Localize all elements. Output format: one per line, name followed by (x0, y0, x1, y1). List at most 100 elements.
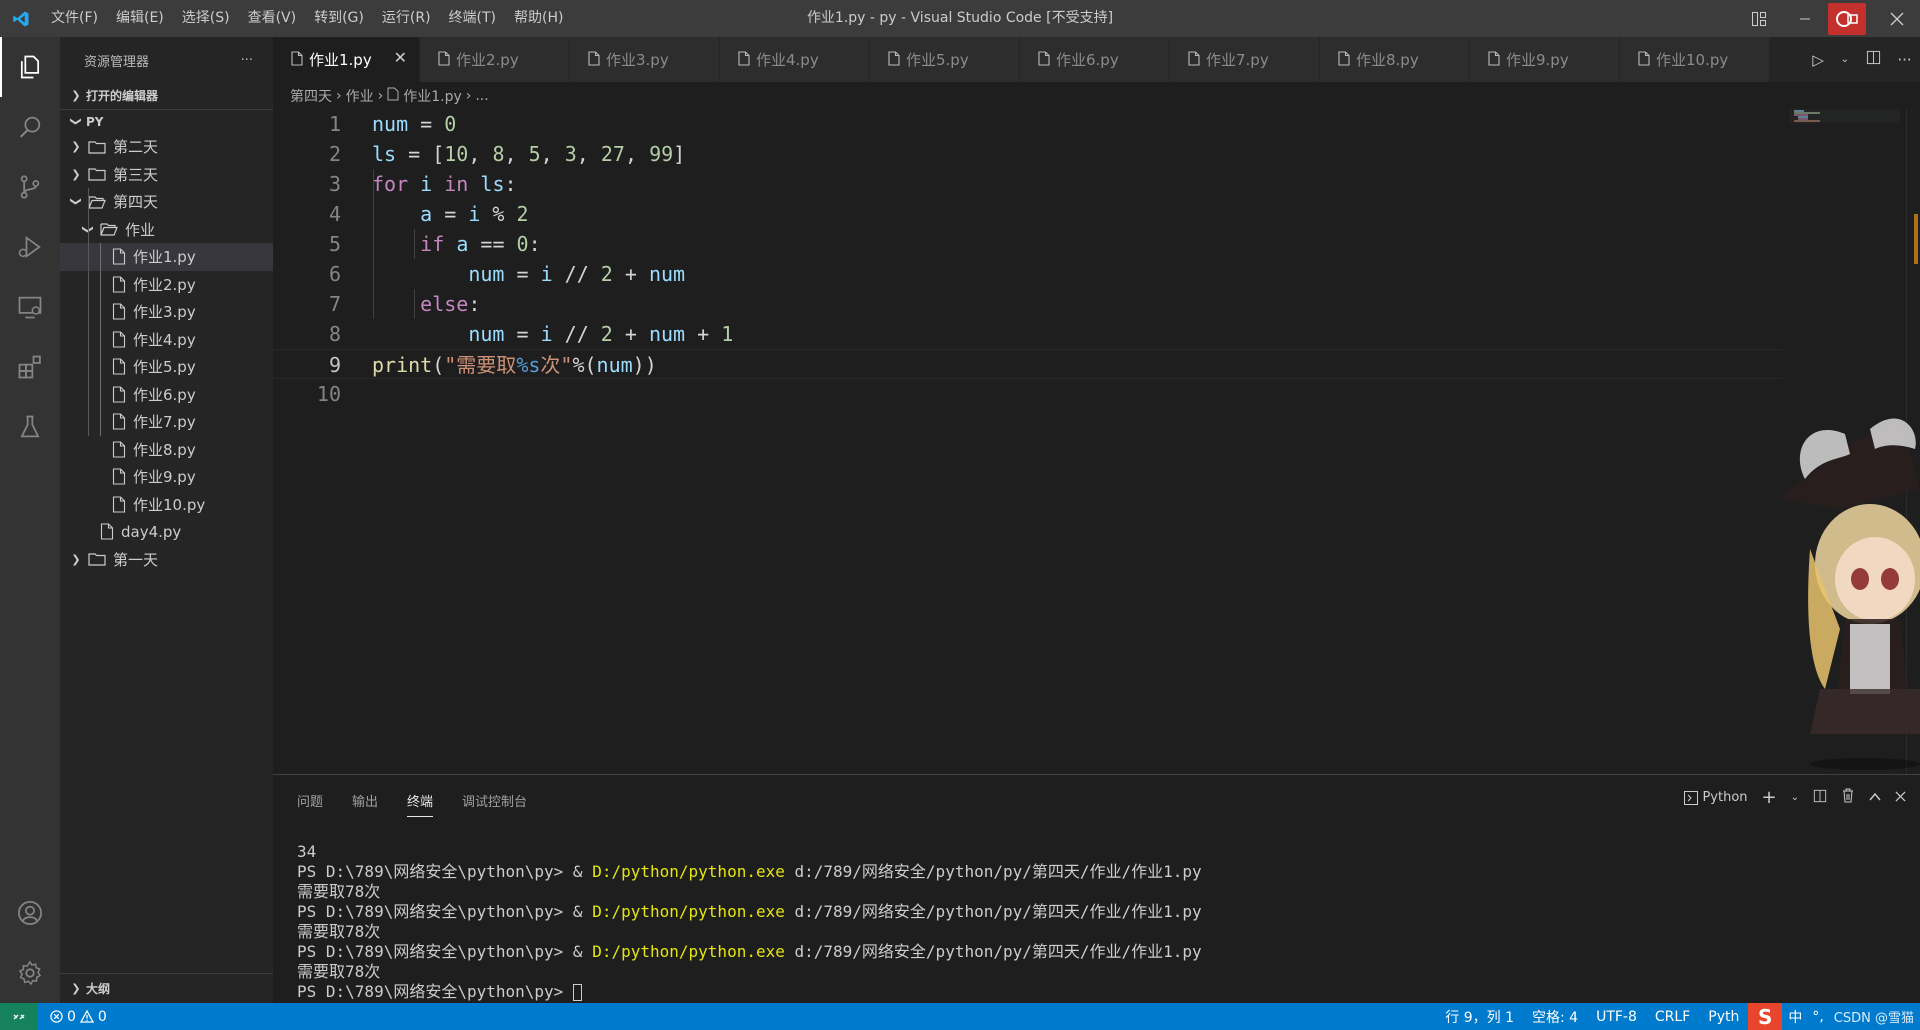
terminal-prompt: PS D:\789\网络安全\python\py> (297, 982, 573, 1001)
ime-mode[interactable]: 中 (1782, 1007, 1808, 1027)
terminal-output[interactable]: 34 PS D:\789\网络安全\python\py> & D:/python… (297, 842, 1202, 1002)
more-actions-button[interactable]: ··· (241, 53, 253, 68)
tab-file[interactable]: 作业6.py (1020, 37, 1170, 82)
tab-file[interactable]: 作业8.py (1320, 37, 1470, 82)
more-icon[interactable]: ··· (1897, 51, 1911, 69)
breadcrumb-folder-2[interactable]: 作业 (346, 86, 374, 106)
shell-label: Python (1702, 790, 1748, 805)
tree-file[interactable]: 作业9.py (60, 463, 273, 491)
settings-gear-icon[interactable] (0, 943, 60, 1003)
tree-file[interactable]: 作业10.py (60, 491, 273, 519)
menu-edit[interactable]: 编辑(E) (107, 0, 173, 37)
trash-icon[interactable] (1841, 788, 1855, 807)
outline-section[interactable]: ❯ 大纲 (60, 973, 273, 1003)
run-debug-icon[interactable] (0, 217, 60, 277)
chevron-down-icon[interactable]: ⌄ (1841, 54, 1849, 65)
minimize-button[interactable] (1782, 0, 1828, 37)
terminal-shell-selector[interactable]: Python (1684, 790, 1748, 805)
cursor-position[interactable]: 行 9，列 1 (1436, 1007, 1523, 1027)
breadcrumb-symbol[interactable]: ... (475, 88, 488, 104)
tab-file[interactable]: 作业3.py (570, 37, 720, 82)
chevron-right-icon: ❯ (71, 552, 81, 566)
tab-problems[interactable]: 问题 (297, 786, 323, 815)
tree-file[interactable]: 作业8.py (60, 436, 273, 464)
search-icon[interactable] (0, 97, 60, 157)
breadcrumb-folder-1[interactable]: 第四天 (290, 86, 332, 106)
file-icon (1488, 51, 1500, 70)
run-python-icon[interactable]: ▷ (1812, 51, 1824, 69)
tab-file[interactable]: 作业9.py (1470, 37, 1620, 82)
tab-label: 作业8.py (1356, 51, 1419, 69)
menu-file[interactable]: 文件(F) (42, 0, 107, 37)
tree-file[interactable]: 作业4.py (60, 326, 273, 354)
menu-go[interactable]: 转到(G) (305, 0, 373, 37)
tab-file[interactable]: 作业1.py ✕ (273, 37, 420, 82)
split-editor-icon[interactable] (1866, 50, 1881, 69)
code-line: ls = [10, 8, 5, 3, 27, 99] (372, 142, 686, 166)
tab-label: 作业6.py (1056, 51, 1119, 69)
new-terminal-icon[interactable]: + (1762, 787, 1777, 808)
code-line: num = i // 2 + num (468, 262, 686, 286)
problems-indicator[interactable]: 0 0 (50, 1009, 107, 1025)
account-icon[interactable] (0, 883, 60, 943)
tab-terminal[interactable]: 终端 (407, 786, 434, 817)
warning-icon (79, 1010, 94, 1023)
tree-file[interactable]: 作业1.py (60, 243, 273, 271)
tab-file[interactable]: 作业10.py (1620, 37, 1770, 82)
close-tab-icon[interactable]: ✕ (394, 48, 407, 67)
file-icon (738, 51, 750, 70)
tab-label: 作业3.py (606, 51, 669, 69)
tree-file[interactable]: 作业3.py (60, 298, 273, 326)
line-number: 10 (316, 382, 341, 406)
close-panel-icon[interactable] (1895, 790, 1906, 806)
ime-punct-icon[interactable]: °, (1808, 1009, 1827, 1025)
menu-view[interactable]: 查看(V) (239, 0, 306, 37)
menu-selection[interactable]: 选择(S) (173, 0, 239, 37)
tree-file[interactable]: 作业2.py (60, 271, 273, 299)
status-bar: 0 0 行 9，列 1 空格: 4 UTF-8 CRLF Pyth S 中 °,… (0, 1003, 1920, 1030)
maximize-panel-icon[interactable] (1869, 790, 1881, 806)
file-icon (112, 358, 133, 375)
tree-file[interactable]: day4.py (60, 518, 273, 546)
explorer-icon[interactable] (0, 37, 60, 97)
workspace-section[interactable]: ❯ PY (60, 109, 273, 133)
code-editor[interactable]: 1 num = 0 2 ls = [10, 8, 5, 3, 27, 99] 3 fo… (273, 109, 1920, 774)
tree-folder[interactable]: ❯ 作业 (60, 216, 273, 244)
menu-help[interactable]: 帮助(H) (505, 0, 572, 37)
tree-folder[interactable]: ❯ 第四天 (60, 188, 273, 216)
tree-file[interactable]: 作业7.py (60, 408, 273, 436)
tab-debug-console[interactable]: 调试控制台 (462, 786, 527, 815)
encoding[interactable]: UTF-8 (1587, 1009, 1646, 1025)
remote-indicator-icon[interactable] (0, 1003, 38, 1030)
folder-icon (100, 222, 125, 236)
breadcrumb-file[interactable]: 作业1.py (403, 86, 462, 106)
menu-run[interactable]: 运行(R) (373, 0, 440, 37)
chevron-right-icon: ❯ (71, 982, 81, 995)
indentation[interactable]: 空格: 4 (1523, 1007, 1587, 1027)
tab-file[interactable]: 作业2.py (420, 37, 570, 82)
testing-icon[interactable] (0, 397, 60, 457)
extensions-icon[interactable] (0, 337, 60, 397)
tree-file[interactable]: 作业5.py (60, 353, 273, 381)
tree-folder[interactable]: ❯ 第一天 (60, 546, 273, 574)
tab-file[interactable]: 作业7.py (1170, 37, 1320, 82)
tab-file[interactable]: 作业5.py (870, 37, 1020, 82)
menu-terminal[interactable]: 终端(T) (440, 0, 505, 37)
close-window-button[interactable] (1874, 0, 1920, 37)
split-terminal-icon[interactable] (1813, 789, 1827, 807)
tab-output[interactable]: 输出 (352, 786, 378, 815)
tree-folder[interactable]: ❯ 第二天 (60, 133, 273, 161)
record-button[interactable] (1828, 3, 1866, 35)
line-ending[interactable]: CRLF (1646, 1009, 1699, 1025)
tree-folder[interactable]: ❯ 第三天 (60, 161, 273, 189)
ime-toolbar[interactable]: S 中 °, CSDN @雪猫 (1748, 1003, 1920, 1030)
source-control-icon[interactable] (0, 157, 60, 217)
tab-file[interactable]: 作业4.py (720, 37, 870, 82)
remote-explorer-icon[interactable] (0, 277, 60, 337)
language-mode[interactable]: Pyth (1699, 1009, 1748, 1025)
open-editors-section[interactable]: ❯ 打开的编辑器 (60, 83, 273, 107)
file-icon (112, 276, 133, 293)
layout-icon[interactable] (1736, 0, 1782, 37)
tree-file[interactable]: 作业6.py (60, 381, 273, 409)
chevron-down-icon[interactable]: ⌄ (1791, 792, 1799, 803)
